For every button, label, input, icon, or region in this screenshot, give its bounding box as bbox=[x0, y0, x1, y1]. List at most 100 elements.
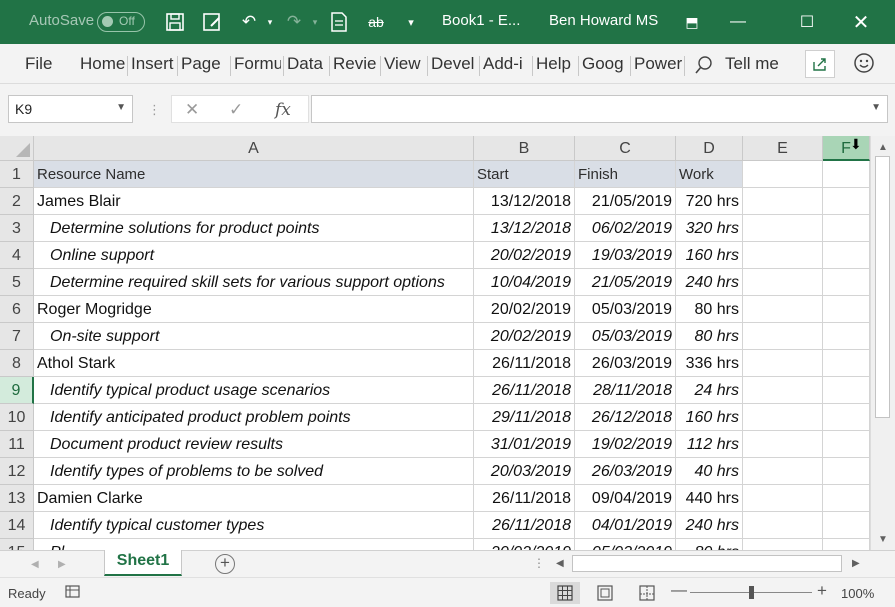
name-box[interactable]: K9 ▼ bbox=[8, 95, 133, 123]
table-cell[interactable]: 336 hrs bbox=[676, 350, 743, 377]
table-cell[interactable] bbox=[823, 431, 870, 458]
scroll-up-icon[interactable]: ▲ bbox=[878, 142, 888, 153]
row-header[interactable]: 10 bbox=[0, 404, 34, 431]
table-cell[interactable]: 26/11/2018 bbox=[474, 350, 575, 377]
table-cell[interactable]: Determine required skill sets for variou… bbox=[34, 269, 474, 296]
table-cell[interactable]: Start bbox=[474, 161, 575, 188]
table-cell[interactable]: 19/03/2019 bbox=[575, 242, 676, 269]
row-header[interactable]: 6 bbox=[0, 296, 34, 323]
previous-sheet-icon[interactable]: ◀ bbox=[31, 559, 39, 570]
tab-view[interactable]: View bbox=[384, 54, 424, 74]
table-cell[interactable] bbox=[743, 350, 823, 377]
row-header[interactable]: 8 bbox=[0, 350, 34, 377]
feedback-smiley-icon[interactable] bbox=[853, 52, 875, 79]
enter-icon[interactable]: ✓ bbox=[229, 100, 243, 120]
table-cell[interactable]: 26/11/2018 bbox=[474, 485, 575, 512]
select-all-corner[interactable] bbox=[0, 136, 34, 161]
column-header-a[interactable]: A bbox=[34, 136, 474, 161]
table-cell[interactable] bbox=[743, 215, 823, 242]
row-header[interactable]: 2 bbox=[0, 188, 34, 215]
table-cell[interactable] bbox=[823, 242, 870, 269]
table-cell[interactable]: 80 hrs bbox=[676, 323, 743, 350]
row-header[interactable]: 7 bbox=[0, 323, 34, 350]
table-cell[interactable] bbox=[823, 404, 870, 431]
undo-dropdown-icon[interactable]: ▾ bbox=[258, 10, 282, 34]
table-cell[interactable]: 240 hrs bbox=[676, 269, 743, 296]
table-cell[interactable]: 05/03/2019 bbox=[575, 323, 676, 350]
insert-function-icon[interactable]: fx bbox=[275, 100, 291, 120]
table-cell[interactable]: 06/02/2019 bbox=[575, 215, 676, 242]
save-icon[interactable] bbox=[163, 10, 187, 34]
maximize-icon[interactable]: ☐ bbox=[784, 0, 830, 44]
table-cell[interactable]: 160 hrs bbox=[676, 242, 743, 269]
table-cell[interactable]: 21/05/2019 bbox=[575, 188, 676, 215]
row-header[interactable]: 4 bbox=[0, 242, 34, 269]
table-cell[interactable]: On-site support bbox=[34, 323, 474, 350]
column-header-f[interactable]: F bbox=[823, 136, 870, 161]
table-cell[interactable]: Athol Stark bbox=[34, 350, 474, 377]
table-cell[interactable]: 26/12/2018 bbox=[575, 404, 676, 431]
table-cell[interactable]: Work bbox=[676, 161, 743, 188]
table-cell[interactable] bbox=[743, 323, 823, 350]
tab-google[interactable]: Goog bbox=[582, 54, 628, 74]
zoom-in-icon[interactable]: + bbox=[817, 581, 827, 601]
chevron-down-icon[interactable]: ▼ bbox=[116, 102, 126, 113]
table-cell[interactable] bbox=[823, 188, 870, 215]
table-cell[interactable] bbox=[743, 242, 823, 269]
table-cell[interactable]: 112 hrs bbox=[676, 431, 743, 458]
tab-page-layout[interactable]: Page bbox=[181, 54, 229, 74]
row-header[interactable]: 14 bbox=[0, 512, 34, 539]
table-cell[interactable]: Identify typical customer types bbox=[34, 512, 474, 539]
next-sheet-icon[interactable]: ▶ bbox=[58, 559, 66, 570]
table-cell[interactable]: Finish bbox=[575, 161, 676, 188]
tab-help[interactable]: Help bbox=[536, 54, 576, 74]
normal-view-icon[interactable] bbox=[550, 582, 580, 604]
table-cell[interactable]: 26/03/2019 bbox=[575, 458, 676, 485]
row-header[interactable]: 3 bbox=[0, 215, 34, 242]
row-header[interactable]: 1 bbox=[0, 161, 34, 188]
strikethrough-icon[interactable]: ab bbox=[364, 10, 388, 34]
table-cell[interactable]: 80 hrs bbox=[676, 539, 743, 550]
redo-dropdown-icon[interactable]: ▾ bbox=[303, 10, 327, 34]
table-cell[interactable]: 10/04/2019 bbox=[474, 269, 575, 296]
share-button[interactable] bbox=[805, 50, 835, 78]
table-cell[interactable] bbox=[823, 377, 870, 404]
ribbon-display-icon[interactable]: ⬒ bbox=[669, 0, 715, 44]
table-cell[interactable]: 20/02/2019 bbox=[474, 242, 575, 269]
row-header[interactable]: 13 bbox=[0, 485, 34, 512]
table-cell[interactable] bbox=[743, 512, 823, 539]
table-cell[interactable]: 240 hrs bbox=[676, 512, 743, 539]
more-options-icon[interactable]: ⋮ bbox=[148, 102, 161, 118]
table-cell[interactable]: 29/11/2018 bbox=[474, 404, 575, 431]
table-cell[interactable] bbox=[743, 485, 823, 512]
customize-toolbar-icon[interactable]: ▾ bbox=[399, 10, 423, 34]
table-cell[interactable] bbox=[823, 458, 870, 485]
table-cell[interactable]: Identify anticipated product problem poi… bbox=[34, 404, 474, 431]
user-name[interactable]: Ben Howard MS bbox=[549, 12, 658, 29]
table-cell[interactable] bbox=[823, 161, 870, 188]
tab-add-ins[interactable]: Add-i bbox=[483, 54, 529, 74]
minimize-icon[interactable]: — bbox=[715, 0, 761, 44]
table-cell[interactable]: 09/04/2019 bbox=[575, 485, 676, 512]
row-header[interactable]: 5 bbox=[0, 269, 34, 296]
sheet-tab-sheet1[interactable]: Sheet1 bbox=[104, 550, 182, 576]
table-cell[interactable] bbox=[823, 539, 870, 550]
table-cell[interactable]: 24 hrs bbox=[676, 377, 743, 404]
zoom-out-icon[interactable]: — bbox=[671, 582, 687, 600]
tab-file[interactable]: File bbox=[25, 54, 52, 74]
table-cell[interactable]: Damien Clarke bbox=[34, 485, 474, 512]
worksheet-grid[interactable]: ABCDEF 1 Resource Name Start Finish Work 2 Jam… bbox=[0, 136, 870, 550]
table-cell[interactable]: Document product review results bbox=[34, 431, 474, 458]
column-header-d[interactable]: D bbox=[676, 136, 743, 161]
table-cell[interactable] bbox=[743, 188, 823, 215]
table-cell[interactable] bbox=[823, 296, 870, 323]
table-cell[interactable]: 05/03/2019 bbox=[575, 296, 676, 323]
table-cell[interactable]: 05/03/2019 bbox=[575, 539, 676, 550]
table-cell[interactable] bbox=[743, 161, 823, 188]
table-cell[interactable]: 20/02/2019 bbox=[474, 296, 575, 323]
table-cell[interactable]: 04/01/2019 bbox=[575, 512, 676, 539]
table-cell[interactable]: Pl bbox=[34, 539, 474, 550]
vertical-scrollbar[interactable]: ▲ ▼ bbox=[870, 136, 895, 550]
table-cell[interactable]: 21/05/2019 bbox=[575, 269, 676, 296]
table-cell[interactable]: 440 hrs bbox=[676, 485, 743, 512]
